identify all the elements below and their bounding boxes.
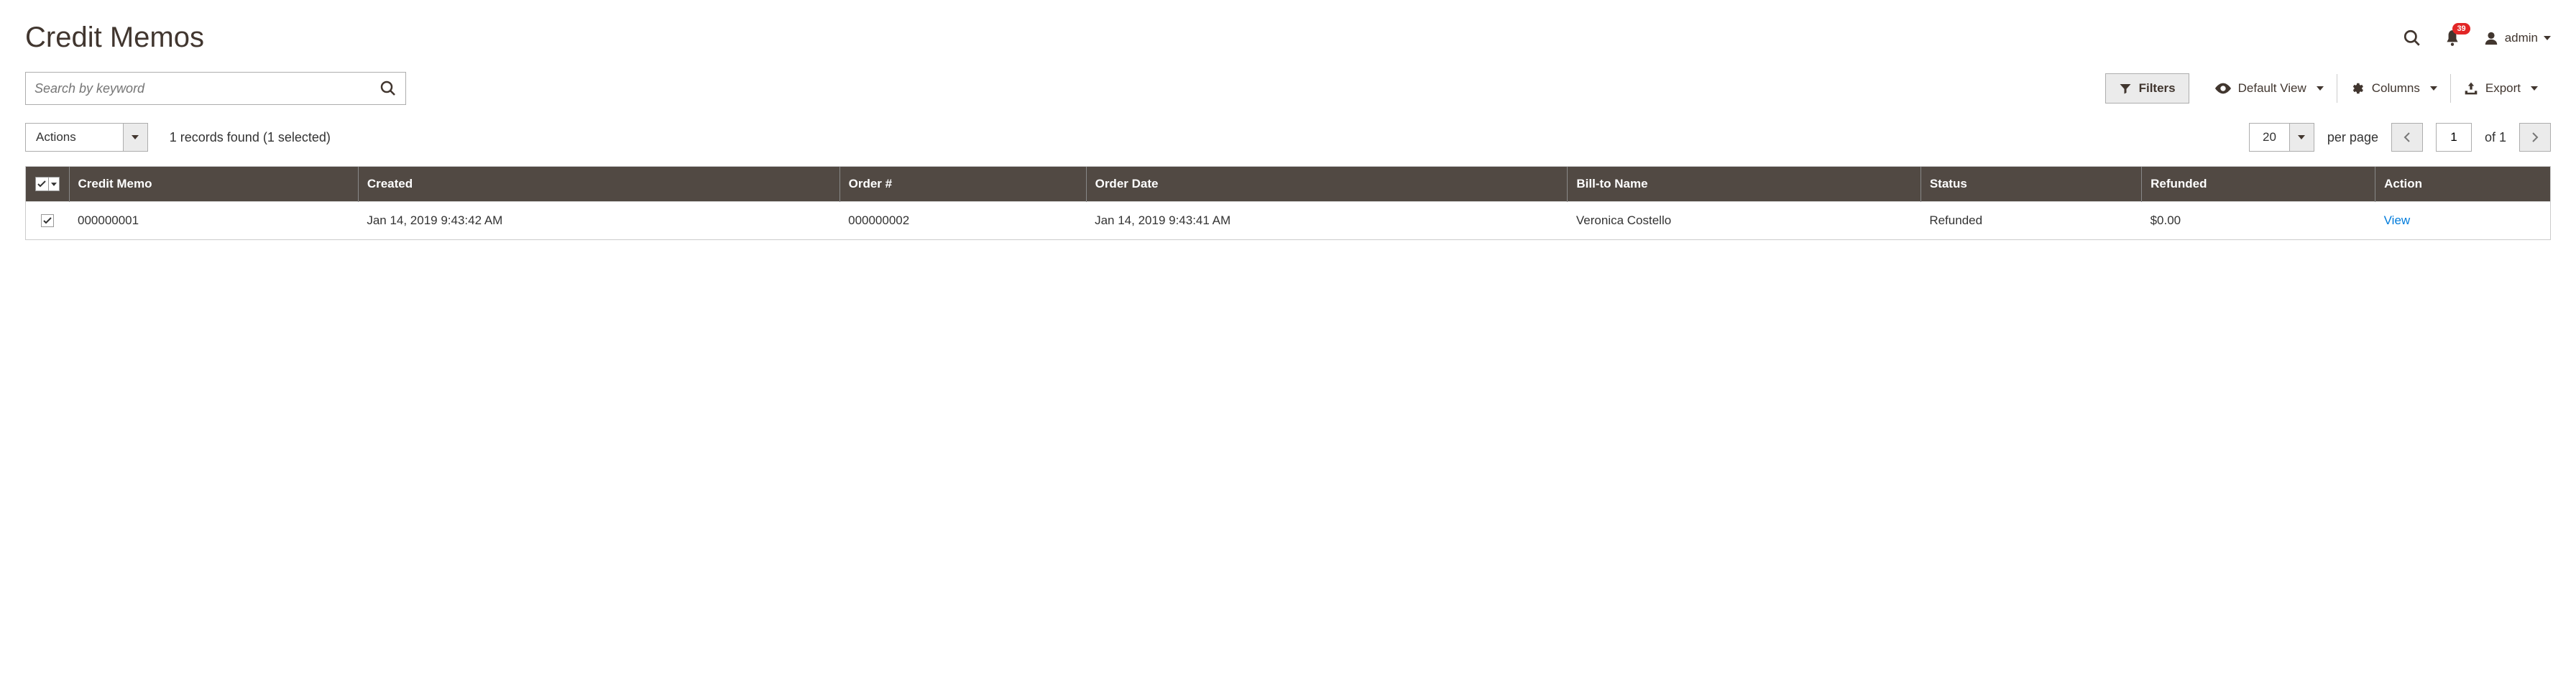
search-icon — [380, 80, 397, 97]
col-created[interactable]: Created — [358, 167, 840, 202]
controls-right: 20 per page of 1 — [2249, 123, 2551, 152]
chevron-right-icon — [2531, 132, 2539, 143]
export-icon — [2464, 82, 2478, 95]
check-icon — [37, 180, 46, 188]
cell-refunded: $0.00 — [2142, 202, 2375, 240]
col-credit-memo[interactable]: Credit Memo — [69, 167, 358, 202]
export-label: Export — [2485, 81, 2521, 96]
default-view-label: Default View — [2238, 81, 2306, 96]
cell-status: Refunded — [1920, 202, 2141, 240]
cell-order-num: 000000002 — [840, 202, 1086, 240]
next-page-button[interactable] — [2519, 123, 2551, 152]
view-link[interactable]: View — [2384, 213, 2411, 227]
check-icon — [43, 217, 52, 224]
records-found-text: 1 records found (1 selected) — [170, 130, 331, 145]
gear-icon — [2350, 81, 2365, 96]
page-size-caret[interactable] — [2289, 124, 2314, 151]
current-page-input[interactable] — [2436, 123, 2472, 152]
select-all-header[interactable] — [26, 167, 69, 202]
export-button[interactable]: Export — [2451, 74, 2551, 103]
cell-created: Jan 14, 2019 9:43:42 AM — [358, 202, 840, 240]
cell-order-date: Jan 14, 2019 9:43:41 AM — [1086, 202, 1568, 240]
filters-label: Filters — [2139, 81, 2176, 96]
columns-button[interactable]: Columns — [2337, 74, 2451, 103]
table-row: 000000001 Jan 14, 2019 9:43:42 AM 000000… — [26, 202, 2550, 240]
chevron-left-icon — [2404, 132, 2411, 143]
select-all-caret[interactable] — [49, 178, 59, 190]
col-bill-to[interactable]: Bill-to Name — [1568, 167, 1920, 202]
global-search-button[interactable] — [2403, 29, 2421, 47]
caret-down-icon — [2298, 135, 2305, 139]
page-size-value: 20 — [2250, 124, 2289, 151]
cell-action: View — [2375, 202, 2550, 240]
user-icon — [2483, 30, 2499, 46]
notification-badge: 39 — [2452, 23, 2470, 35]
actions-label: Actions — [26, 124, 123, 151]
caret-down-icon — [2544, 36, 2551, 40]
toolbar: Filters Default View Columns Export — [25, 72, 2551, 105]
search-input[interactable] — [34, 81, 380, 96]
keyword-search[interactable] — [25, 72, 406, 105]
row-select-cell[interactable] — [26, 202, 69, 240]
search-icon — [2403, 29, 2421, 47]
page-title: Credit Memos — [25, 22, 204, 54]
toolbar-right: Filters Default View Columns Export — [2105, 73, 2551, 104]
caret-down-icon — [2430, 86, 2437, 91]
col-status[interactable]: Status — [1920, 167, 2141, 202]
credit-memos-grid: Credit Memo Created Order # Order Date B… — [25, 166, 2551, 240]
user-label: admin — [2505, 31, 2538, 45]
select-all-checkbox[interactable] — [36, 178, 49, 190]
prev-page-button[interactable] — [2391, 123, 2423, 152]
grid-controls: Actions 1 records found (1 selected) 20 … — [25, 123, 2551, 152]
caret-down-icon — [2531, 86, 2538, 91]
cell-bill-to: Veronica Costello — [1568, 202, 1920, 240]
notifications-button[interactable]: 39 — [2443, 29, 2462, 47]
columns-label: Columns — [2372, 81, 2420, 96]
caret-down-icon — [51, 183, 57, 186]
page-size-dropdown[interactable]: 20 — [2249, 123, 2314, 152]
search-submit[interactable] — [380, 80, 397, 97]
funnel-icon — [2119, 82, 2132, 95]
header-actions: 39 admin — [2403, 29, 2551, 47]
of-pages-label: of 1 — [2485, 130, 2506, 145]
per-page-label: per page — [2327, 130, 2378, 145]
col-refunded[interactable]: Refunded — [2142, 167, 2375, 202]
caret-down-icon — [132, 135, 139, 139]
caret-down-icon — [2317, 86, 2324, 91]
row-checkbox[interactable] — [41, 214, 54, 227]
page-header: Credit Memos 39 admin — [25, 22, 2551, 54]
controls-left: Actions 1 records found (1 selected) — [25, 123, 331, 152]
actions-caret[interactable] — [123, 124, 147, 151]
filters-button[interactable]: Filters — [2105, 73, 2189, 104]
cell-credit-memo: 000000001 — [69, 202, 358, 240]
eye-icon — [2215, 83, 2231, 94]
actions-dropdown[interactable]: Actions — [25, 123, 148, 152]
col-order-num[interactable]: Order # — [840, 167, 1086, 202]
col-order-date[interactable]: Order Date — [1086, 167, 1568, 202]
user-menu[interactable]: admin — [2483, 30, 2551, 46]
col-action: Action — [2375, 167, 2550, 202]
grid-header-row: Credit Memo Created Order # Order Date B… — [26, 167, 2550, 202]
default-view-button[interactable]: Default View — [2202, 74, 2337, 103]
